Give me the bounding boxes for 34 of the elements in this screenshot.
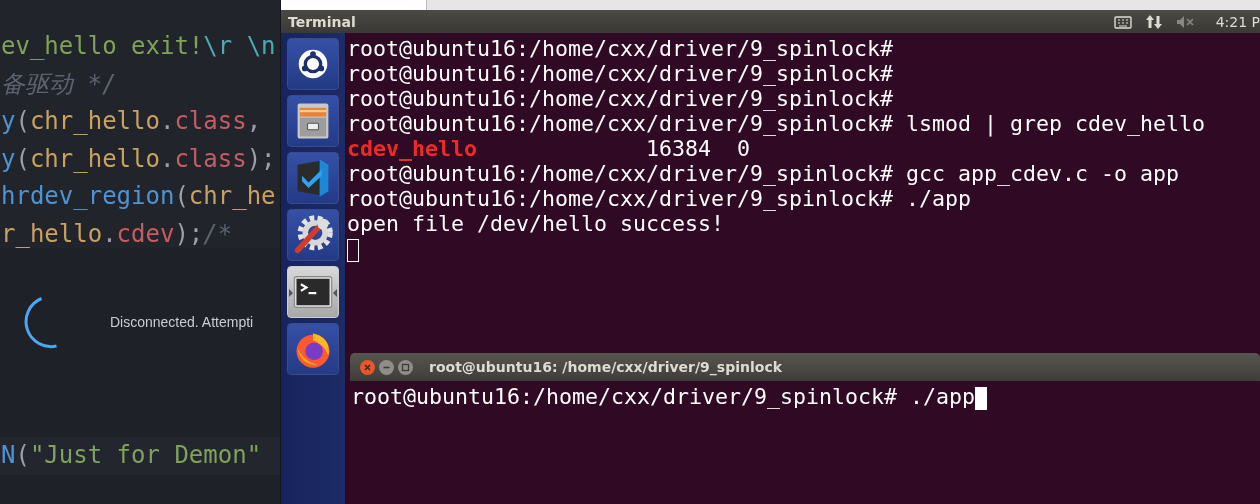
terminal-line: root@ubuntu16:/home/cxx/driver/9_spinlock#: [347, 61, 895, 86]
code-line: 备驱动 */: [0, 68, 118, 100]
code-line: y(chr_hello.class);: [0, 143, 277, 175]
keyboard-icon[interactable]: [1113, 14, 1132, 29]
code-line: ev_hello exit!\r \n: [0, 31, 277, 62]
close-button[interactable]: [360, 359, 375, 375]
close-icon: [363, 362, 372, 372]
launcher-item[interactable]: [287, 152, 339, 204]
muted-speaker-icon[interactable]: [1175, 14, 1196, 29]
terminal-line: open file /dev/hello success!: [347, 211, 725, 236]
app-title: Terminal: [288, 13, 356, 30]
launcher-item[interactable]: [287, 323, 339, 375]
code-line: hrdev_region(chr_he: [0, 181, 277, 213]
terminal-line: cdev_hello 16384 0: [347, 136, 752, 161]
launcher-item[interactable]: [287, 38, 339, 90]
launcher-item[interactable]: [287, 209, 339, 261]
maximize-button[interactable]: [398, 359, 413, 375]
terminal-line: root@ubuntu16:/home/cxx/driver/9_spinlock# gcc app_cdev.c -o app: [347, 161, 1181, 186]
status-message: Disconnected. Attempti: [110, 314, 254, 330]
minimize-button[interactable]: [379, 359, 394, 375]
window-title: root@ubuntu16: /home/cxx/driver/9_spinlock: [429, 359, 782, 375]
network-arrows-icon[interactable]: [1145, 13, 1162, 30]
maximize-icon: [401, 362, 410, 372]
loading-spinner-icon: [23, 295, 59, 349]
clock[interactable]: 4:21 P: [1215, 13, 1260, 30]
terminal-line: root@ubuntu16:/home/cxx/driver/9_spinlock# ./app: [351, 384, 1260, 409]
code-line: y(chr_hello.class,: [0, 106, 263, 138]
code-line: N("Just for Demon": [0, 440, 263, 472]
terminal-line: root@ubuntu16:/home/cxx/driver/9_spinlock#: [347, 86, 895, 111]
terminal-line: root@ubuntu16:/home/cxx/driver/9_spinlock# lsmod | grep cdev_hello: [347, 111, 1207, 136]
launcher-item[interactable]: [287, 95, 339, 147]
terminal-line: root@ubuntu16:/home/cxx/driver/9_spinlock#: [347, 36, 895, 61]
code-line: r_hello.cdev);/*: [0, 218, 234, 250]
terminal-line: root@ubuntu16:/home/cxx/driver/9_spinlock# ./app: [347, 186, 973, 211]
